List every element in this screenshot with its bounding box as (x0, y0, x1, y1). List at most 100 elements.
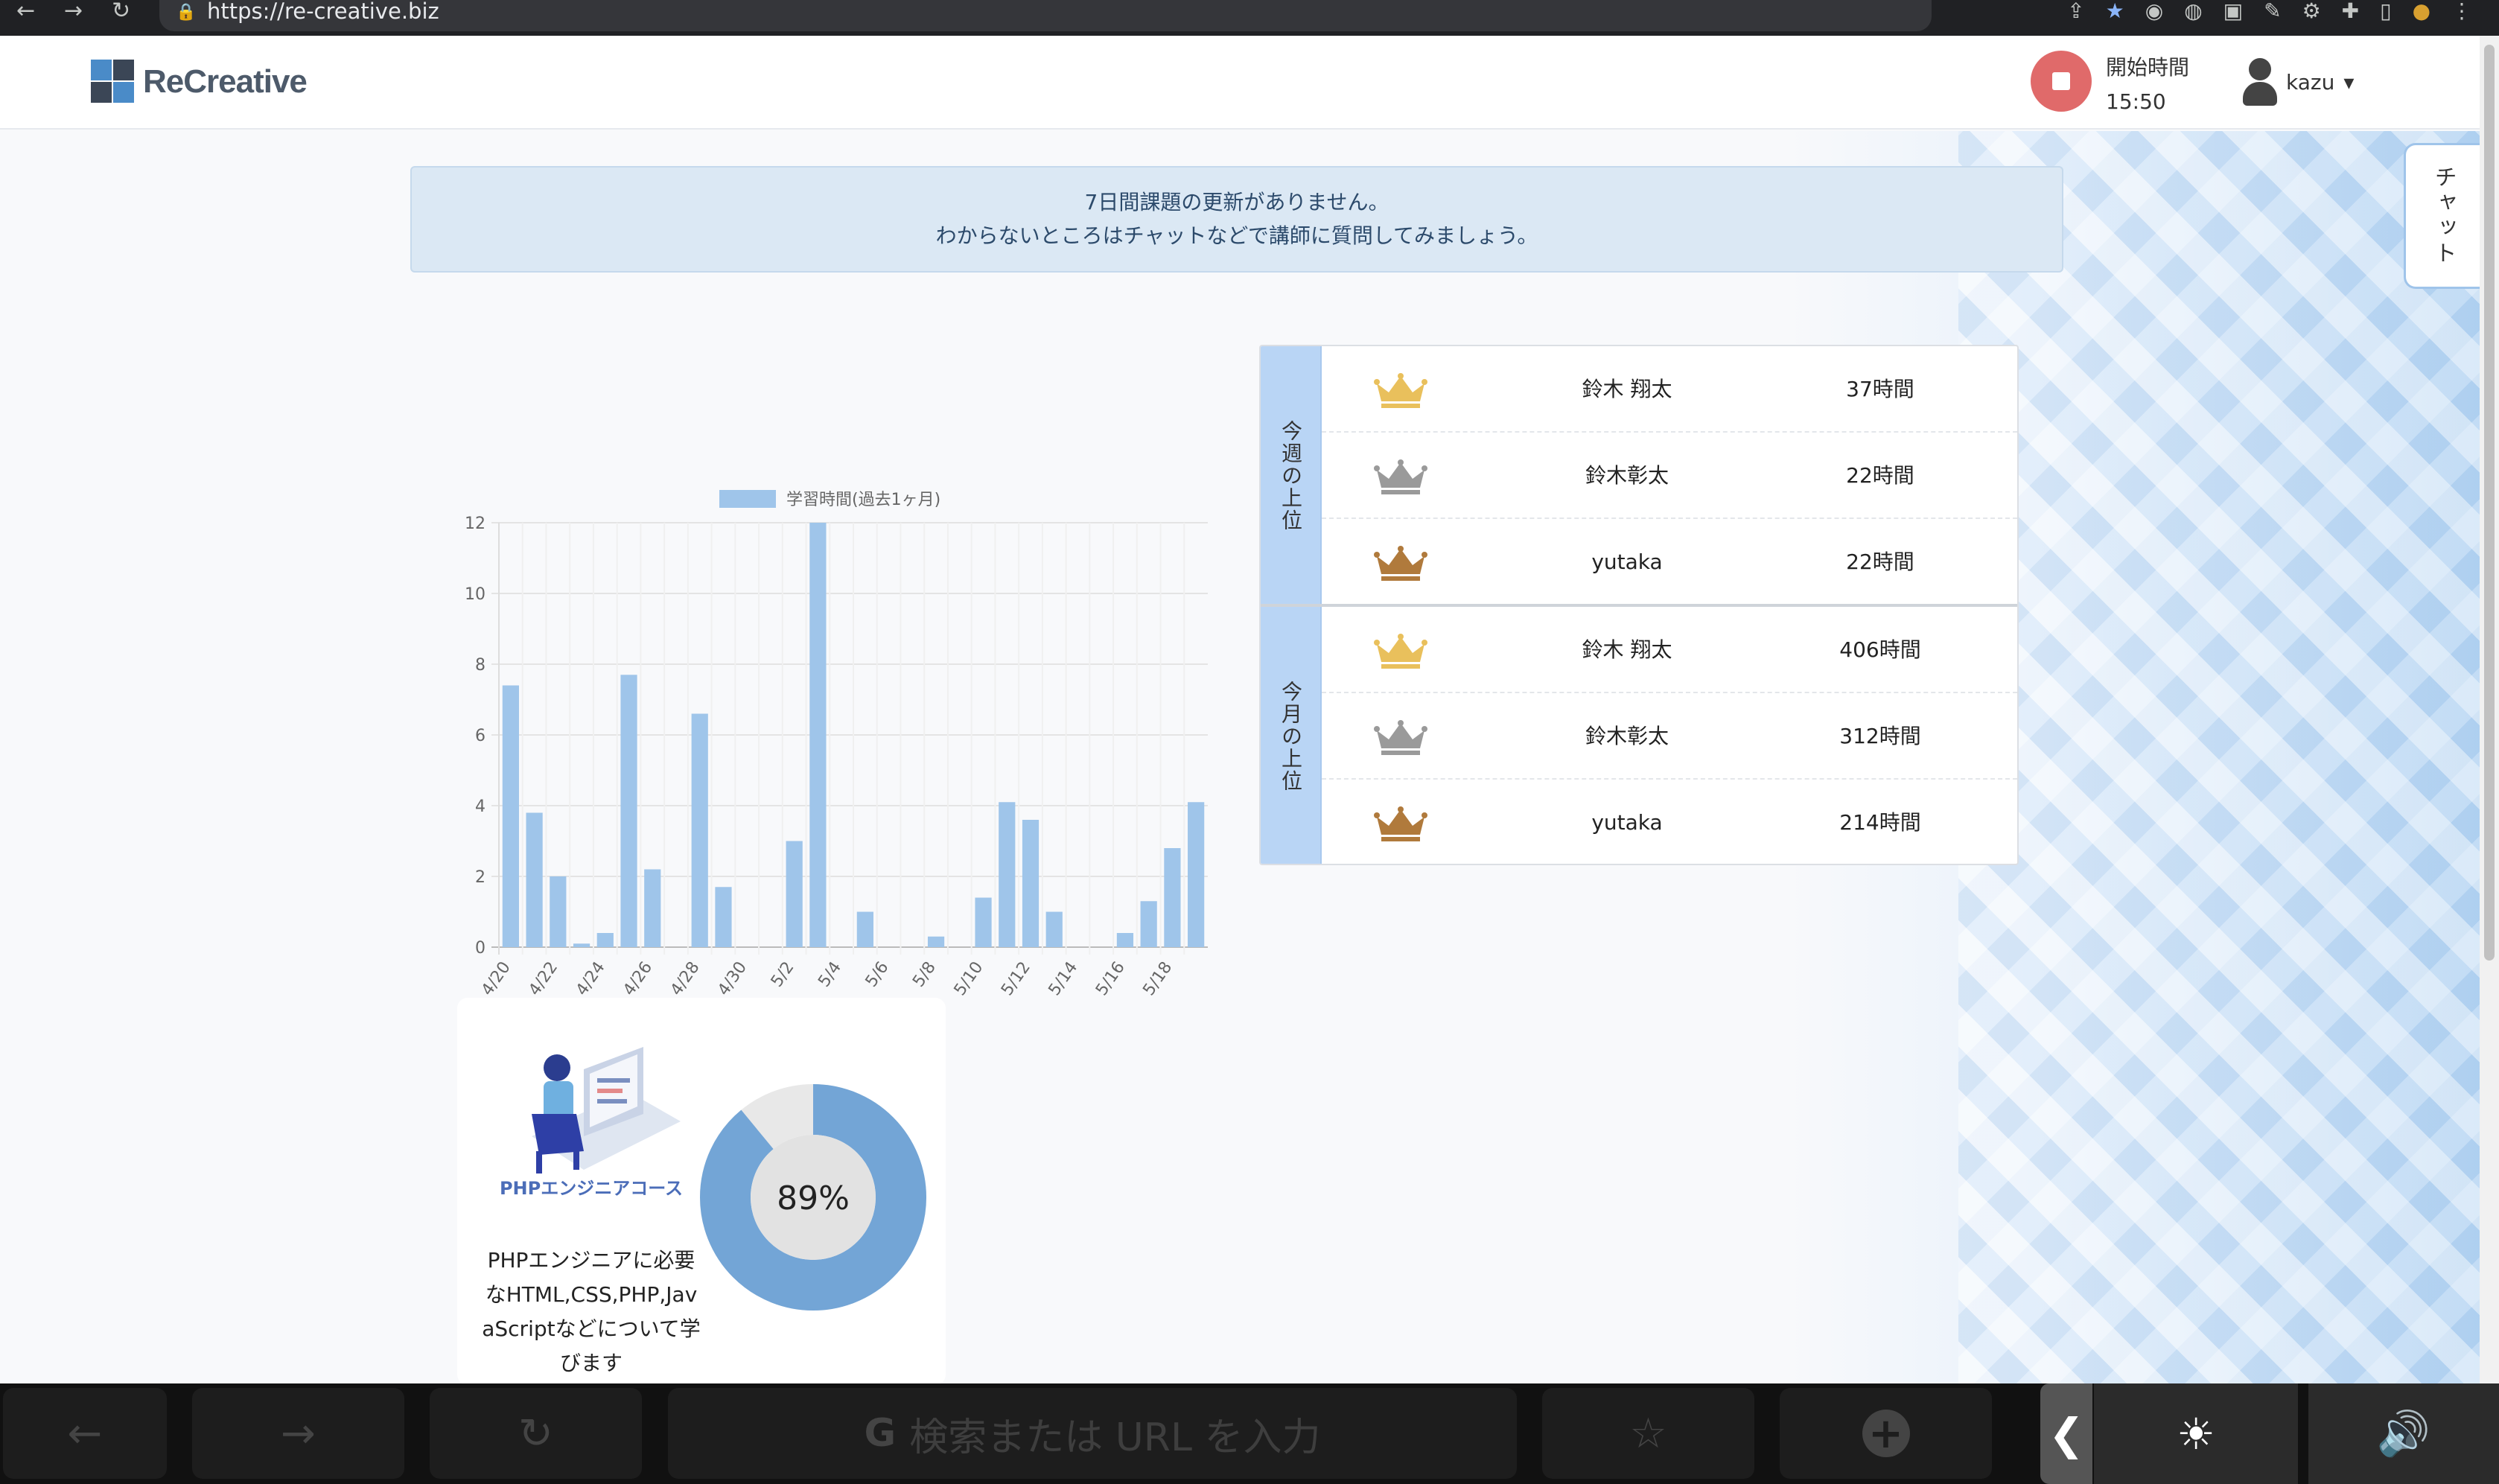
ranking-row: yutaka 214時間 (1322, 780, 2017, 864)
x-tick-label: 5/2 (768, 958, 798, 990)
ranking-row: 鈴木 翔太 406時間 (1322, 607, 2017, 693)
chat-tab[interactable]: チャット (2404, 143, 2480, 289)
ranking-row: 鈴木彰太 22時間 (1322, 433, 2017, 519)
user-menu[interactable]: kazu ▾ (2241, 58, 2354, 106)
chart-bar (1188, 802, 1205, 947)
start-time-label: 開始時間 (2106, 55, 2190, 80)
crown-icon (1374, 459, 1427, 494)
legend-swatch (719, 490, 776, 508)
bottom-reload-button[interactable]: ↻ (430, 1388, 642, 1479)
y-tick-label: 2 (475, 868, 486, 887)
y-tick-label: 8 (475, 656, 486, 675)
monthly-ranking-label: 今月の上位 (1261, 607, 1322, 864)
sidepanel-icon[interactable]: ▯ (2380, 0, 2391, 22)
course-card[interactable]: PHPエンジニアコース PHPエンジニアに必要なHTML,CSS,PHP,Jav… (457, 998, 946, 1383)
notice-banner: 7日間課題の更新がありません。 わからないところはチャットなどで講師に質問してみ… (410, 166, 2063, 273)
brand-name: ReCreative (143, 63, 308, 100)
start-time: 開始時間 15:50 (2106, 51, 2189, 119)
x-tick-label: 5/12 (998, 958, 1034, 999)
y-tick-label: 4 (475, 797, 486, 816)
bottom-collapse-button[interactable]: ❮ (2040, 1383, 2092, 1484)
extension-a-icon[interactable]: ◉ (2145, 0, 2163, 22)
puzzle-logo-icon (91, 60, 136, 104)
chart-bar (715, 887, 732, 947)
x-tick-label: 5/6 (862, 958, 893, 990)
chart-bar (999, 802, 1016, 947)
x-tick-label: 4/24 (573, 958, 609, 999)
stop-timer-button[interactable] (2031, 51, 2092, 112)
chart-bar (1140, 901, 1157, 947)
x-tick-label: 4/30 (714, 958, 751, 999)
bottom-new-tab-button[interactable]: + (1780, 1388, 1992, 1479)
ranking-row: 鈴木彰太 312時間 (1322, 693, 2017, 780)
bottom-back-button[interactable]: ← (3, 1388, 167, 1479)
back-arrow-icon: ← (67, 1409, 103, 1458)
address-text[interactable]: https://re-creative.biz (207, 0, 439, 22)
ranking-name: 鈴木彰太 (1585, 724, 1669, 748)
course-illustration (532, 1047, 681, 1173)
chart-bar (927, 936, 945, 947)
forward-icon[interactable]: → (64, 0, 83, 22)
brand-logo[interactable]: ReCreative (91, 60, 308, 104)
line-icon[interactable]: ◍ (2184, 0, 2202, 22)
notice-line-2: わからないところはチャットなどで講師に質問してみましょう。 (935, 223, 1538, 248)
lock-icon: 🔒 (176, 3, 197, 22)
brightness-icon: ☀ (2177, 1408, 2215, 1459)
search-placeholder: 検索または URL を入力 (909, 1415, 1321, 1460)
crown-icon (1374, 634, 1427, 669)
crown-icon (1374, 373, 1427, 408)
star-icon[interactable]: ★ (2106, 0, 2124, 22)
extension-icons: ⇪ ★ ◉ ◍ ▣ ✎ ⚙ ✚ ▯ ● ⋮ (2067, 0, 2472, 22)
ranking-hours: 312時間 (1839, 724, 1921, 748)
notice-line-1: 7日間課題の更新がありません。 (1084, 190, 1389, 214)
gear-icon[interactable]: ⚙ (2302, 0, 2321, 22)
weekly-ranking-label: 今週の上位 (1261, 346, 1322, 605)
reload-icon[interactable]: ↻ (112, 0, 130, 22)
y-tick-label: 6 (475, 727, 486, 745)
brightness-button[interactable]: ☀ (2094, 1383, 2298, 1484)
ranking-hours: 214時間 (1839, 810, 1921, 835)
app-header: ReCreative 開始時間 15:50 kazu ▾ (0, 36, 2480, 130)
user-name: kazu (2286, 69, 2335, 95)
volume-button[interactable]: 🔊 (2308, 1383, 2499, 1484)
pen-icon[interactable]: ✎ (2264, 0, 2281, 22)
progress-donut: 89% (700, 1084, 926, 1311)
chart-bar (620, 675, 637, 947)
ranking-row: 鈴木 翔太 37時間 (1322, 346, 2017, 433)
bottom-bookmark-button[interactable]: ☆ (1542, 1388, 1754, 1479)
share-icon[interactable]: ⇪ (2067, 0, 2084, 22)
x-tick-label: 5/16 (1092, 958, 1129, 999)
ranking-hours: 37時間 (1846, 377, 1914, 401)
scrollbar-thumb[interactable] (2484, 45, 2495, 961)
ranking-name: yutaka (1591, 810, 1663, 835)
course-title: PHPエンジニアコース (499, 1178, 684, 1199)
y-tick-label: 12 (465, 515, 486, 533)
y-tick-label: 0 (475, 939, 486, 958)
background-pattern (1958, 131, 2480, 1383)
ranking-name: yutaka (1591, 550, 1663, 574)
ranking-table: 今週の上位 鈴木 翔太 37時間 鈴木彰太 22時間 yutaka 22時間 今月の上位 … (1259, 345, 2019, 865)
extension-b-icon[interactable]: ▣ (2223, 0, 2243, 22)
chart-bar (550, 876, 567, 947)
chart-bar (596, 933, 614, 947)
ranking-hours: 406時間 (1839, 637, 1921, 662)
x-tick-label: 4/22 (525, 958, 561, 999)
back-icon[interactable]: ← (16, 0, 35, 22)
ranking-hours: 22時間 (1846, 550, 1914, 574)
chart-bar (975, 897, 992, 947)
reload-arrow-icon: ↻ (518, 1409, 553, 1458)
chart-bar (809, 523, 827, 947)
menu-icon[interactable]: ⋮ (2451, 0, 2472, 22)
bottom-forward-button[interactable]: → (192, 1388, 404, 1479)
puzzle-icon[interactable]: ✚ (2342, 0, 2359, 22)
crown-icon (1374, 806, 1427, 841)
forward-arrow-icon: → (281, 1409, 316, 1458)
avatar-icon (2241, 58, 2277, 106)
chart-bar (1022, 820, 1040, 947)
bottom-navigation-bar: ← → ↻ G 検索または URL を入力 ☆ + ❮ ☀ 🔊 (0, 1383, 2499, 1484)
x-tick-label: 5/14 (1045, 958, 1082, 999)
profile-icon[interactable]: ● (2413, 0, 2430, 22)
ranking-name: 鈴木 翔太 (1582, 377, 1672, 401)
bottom-search-bar[interactable]: G 検索または URL を入力 (668, 1388, 1517, 1479)
chart-svg: 学習時間(過去1ヶ月) 0 2 4 6 8 10 12 4/20 4/22 4/24 4/26 4/28… (465, 490, 1208, 999)
